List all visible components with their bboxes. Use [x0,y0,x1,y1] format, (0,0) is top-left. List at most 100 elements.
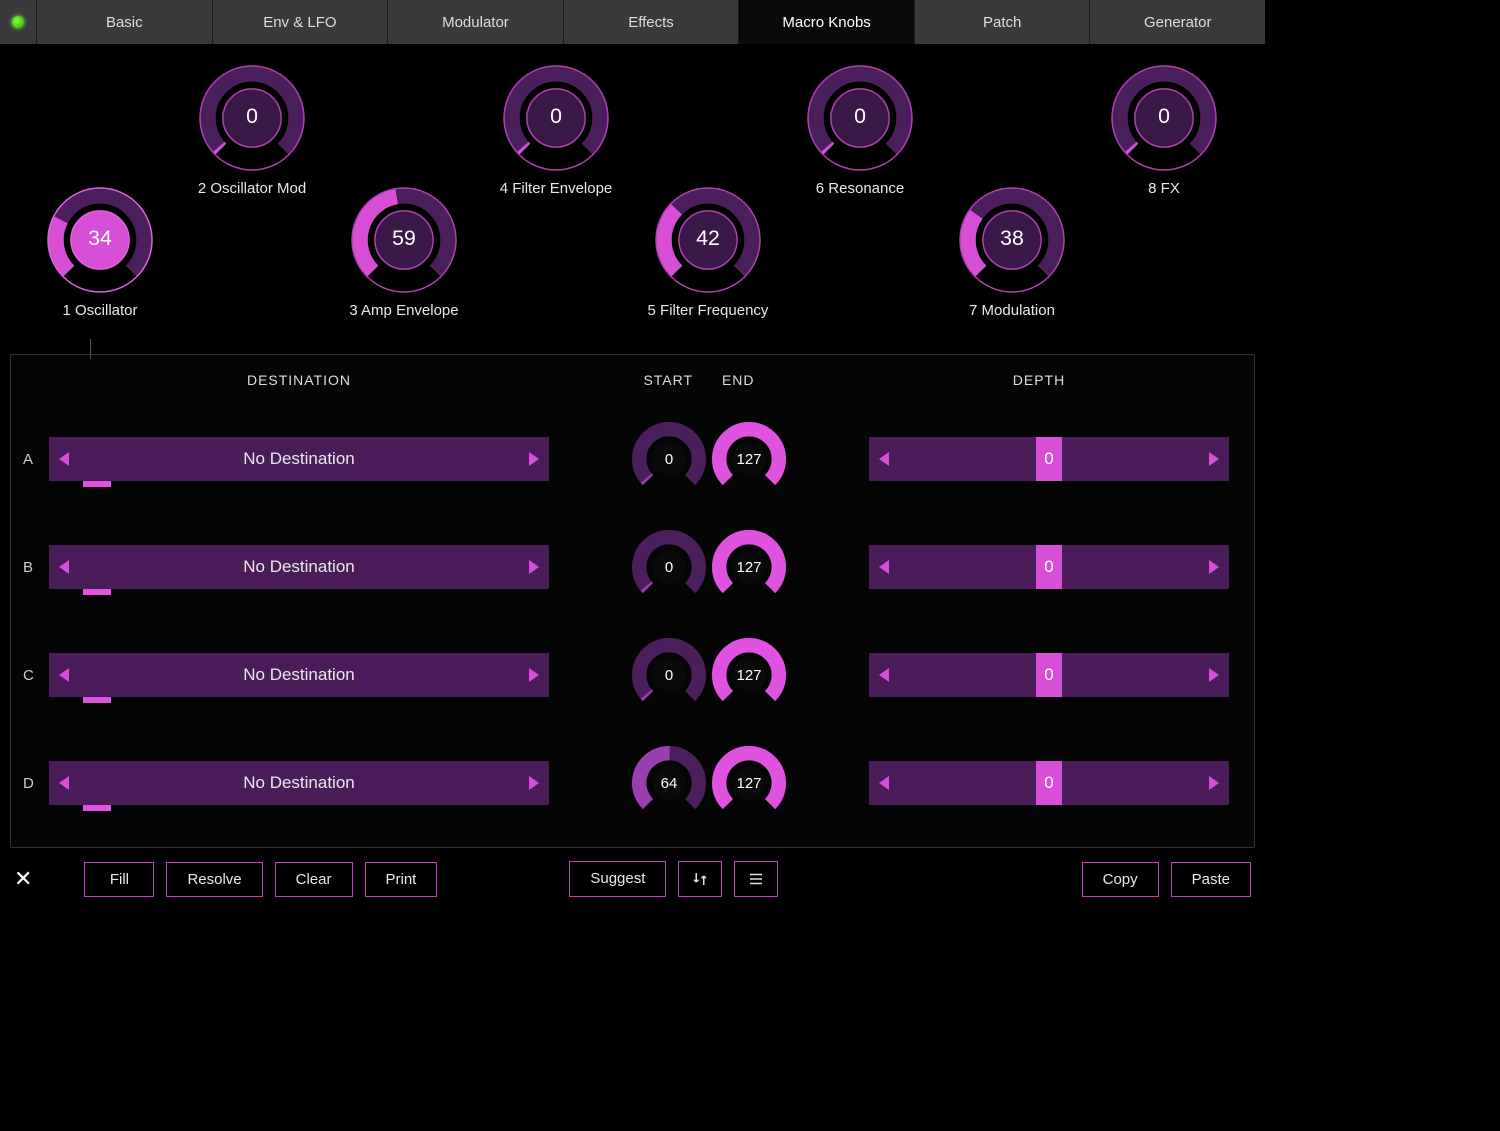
tab-basic[interactable]: Basic [37,0,212,44]
list-button[interactable] [734,861,778,897]
destination-selector[interactable]: No Destination [49,437,549,481]
dest-next-icon[interactable] [529,560,539,574]
header-destination: DESTINATION [49,372,549,388]
tab-generator[interactable]: Generator [1090,0,1265,44]
macro-knob-3-label: 3 Amp Envelope [324,302,484,319]
tab-modulator[interactable]: Modulator [388,0,563,44]
end-knob[interactable]: 127 [709,635,789,715]
tab-patch[interactable]: Patch [915,0,1090,44]
destination-row-c: C No Destination 0 127 0 [19,621,1246,729]
depth-value: 0 [1044,449,1053,469]
destination-row-b: B No Destination 0 127 0 [19,513,1246,621]
macro-knob-5[interactable]: 425 Filter Frequency [628,184,788,319]
destination-header: DESTINATION START END DEPTH [19,355,1246,405]
macro-knob-2[interactable]: 0 2 Oscillator Mod [172,62,332,197]
depth-slider[interactable]: 0 [869,437,1229,481]
dest-next-icon[interactable] [529,668,539,682]
start-knob[interactable]: 0 [629,635,709,715]
macro-knob-3[interactable]: 593 Amp Envelope [324,184,484,319]
macro-knob-grid: 341 Oscillator 0 2 Oscillator Mod593 Amp E… [0,44,1265,344]
svg-text:0: 0 [665,451,673,468]
depth-prev-icon[interactable] [879,452,889,466]
header-depth: DEPTH [849,372,1229,388]
depth-value: 0 [1044,773,1053,793]
header-start: START [643,372,693,388]
dest-prev-icon[interactable] [59,776,69,790]
tab-env-lfo[interactable]: Env & LFO [213,0,388,44]
depth-next-icon[interactable] [1209,452,1219,466]
header-end: END [722,372,755,388]
end-knob[interactable]: 127 [709,419,789,499]
close-button[interactable]: ✕ [14,866,32,892]
destination-row-a: A No Destination 0 127 0 [19,405,1246,513]
fill-button[interactable]: Fill [84,862,154,897]
row-letter: D [19,775,49,792]
svg-text:127: 127 [736,559,761,576]
destination-selector[interactable]: No Destination [49,761,549,805]
depth-slider[interactable]: 0 [869,545,1229,589]
row-letter: A [19,451,49,468]
macro-knob-1[interactable]: 341 Oscillator [20,184,180,319]
svg-text:127: 127 [736,451,761,468]
depth-next-icon[interactable] [1209,560,1219,574]
depth-prev-icon[interactable] [879,776,889,790]
suggest-button[interactable]: Suggest [569,861,666,897]
svg-text:127: 127 [736,667,761,684]
tab-effects[interactable]: Effects [564,0,739,44]
svg-text:0: 0 [550,104,562,128]
depth-prev-icon[interactable] [879,560,889,574]
destination-selector[interactable]: No Destination [49,653,549,697]
svg-text:38: 38 [1000,226,1024,250]
depth-prev-icon[interactable] [879,668,889,682]
destination-row-d: D No Destination 64 127 0 [19,729,1246,837]
swap-icon [691,870,709,888]
paste-button[interactable]: Paste [1171,862,1251,897]
tab-macro-knobs[interactable]: Macro Knobs [739,0,914,44]
resolve-button[interactable]: Resolve [166,862,262,897]
start-knob[interactable]: 0 [629,527,709,607]
macro-knob-7[interactable]: 38 7 Modulation [932,184,1092,319]
dest-tick-indicator [83,589,111,595]
end-knob[interactable]: 127 [709,527,789,607]
depth-next-icon[interactable] [1209,668,1219,682]
bottom-toolbar: ✕ Fill Resolve Clear Print Suggest Copy … [0,848,1265,910]
macro-knob-2-label: 2 Oscillator Mod [172,180,332,197]
print-button[interactable]: Print [365,862,438,897]
destination-label: No Destination [69,773,529,793]
svg-text:0: 0 [665,667,673,684]
svg-text:127: 127 [736,775,761,792]
svg-text:0: 0 [246,104,258,128]
depth-value: 0 [1044,665,1053,685]
dest-prev-icon[interactable] [59,560,69,574]
macro-knob-1-label: 1 Oscillator [20,302,180,319]
depth-slider[interactable]: 0 [869,761,1229,805]
end-knob[interactable]: 127 [709,743,789,823]
macro-knob-8[interactable]: 0 8 FX [1084,62,1244,197]
dest-next-icon[interactable] [529,776,539,790]
macro-knob-6-label: 6 Resonance [780,180,940,197]
depth-slider[interactable]: 0 [869,653,1229,697]
destination-label: No Destination [69,557,529,577]
depth-next-icon[interactable] [1209,776,1219,790]
macro-knob-6[interactable]: 0 6 Resonance [780,62,940,197]
destination-label: No Destination [69,449,529,469]
svg-text:0: 0 [1158,104,1170,128]
macro-knob-8-label: 8 FX [1084,180,1244,197]
svg-text:0: 0 [665,559,673,576]
macro-knob-7-label: 7 Modulation [932,302,1092,319]
start-knob[interactable]: 64 [629,743,709,823]
macro-knob-4[interactable]: 04 Filter Envelope [476,62,636,197]
svg-text:0: 0 [854,104,866,128]
swap-button[interactable] [678,861,722,897]
knob-connector-line [90,339,91,359]
dest-prev-icon[interactable] [59,452,69,466]
start-knob[interactable]: 0 [629,419,709,499]
copy-button[interactable]: Copy [1082,862,1159,897]
dest-tick-indicator [83,481,111,487]
svg-text:42: 42 [696,226,720,250]
clear-button[interactable]: Clear [275,862,353,897]
dest-next-icon[interactable] [529,452,539,466]
destination-selector[interactable]: No Destination [49,545,549,589]
list-icon [747,870,765,888]
dest-prev-icon[interactable] [59,668,69,682]
